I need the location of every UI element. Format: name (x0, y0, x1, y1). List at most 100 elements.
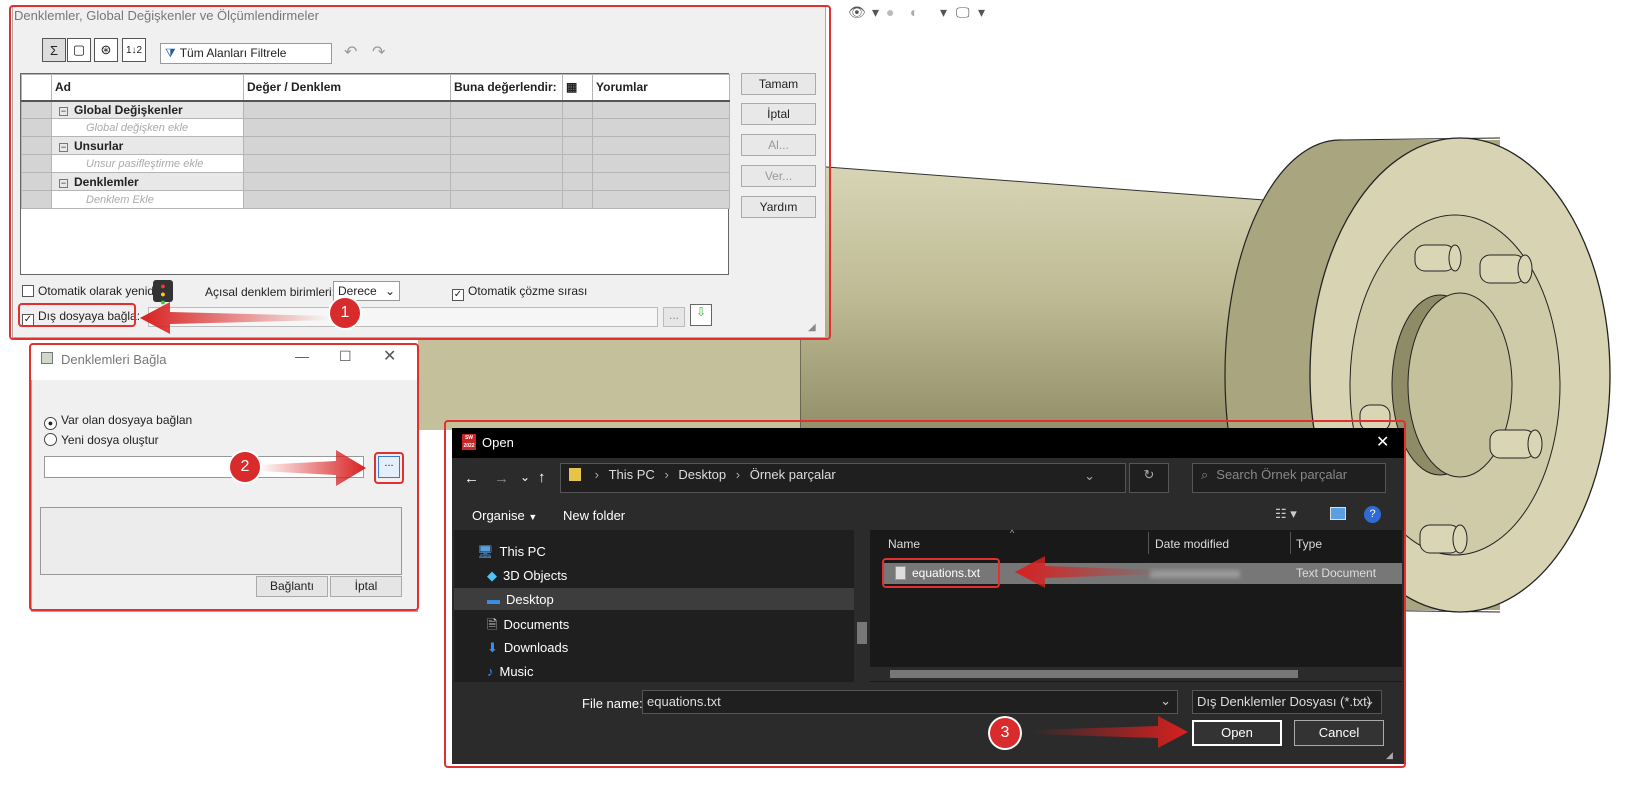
cancel-button[interactable]: İptal (741, 103, 816, 125)
dimension-view-icon[interactable]: ⊛ (94, 38, 118, 62)
row-header-corner (21, 74, 52, 102)
maximize-icon[interactable]: ☐ (339, 348, 352, 365)
open-button[interactable]: Open (1192, 720, 1282, 746)
radio-icon[interactable] (44, 433, 57, 446)
calc-icon[interactable]: ▦ (562, 74, 593, 102)
organise-menu[interactable]: Organise ▼ (472, 508, 537, 523)
breadcrumb-item[interactable]: Desktop (678, 467, 726, 482)
view-eye-icon[interactable]: 👁 (848, 4, 866, 21)
open-file-icon[interactable]: ⇩ (690, 304, 712, 326)
collapse-icon[interactable]: − (59, 106, 68, 116)
col-date[interactable]: Date modified (1155, 537, 1229, 551)
minimize-icon[interactable]: — (295, 348, 309, 364)
chevron-down-icon: ⌄ (1364, 693, 1375, 708)
preview-pane-icon[interactable] (1330, 507, 1346, 520)
scrollbar-thumb[interactable] (890, 670, 1298, 678)
help-button[interactable]: Yardım (741, 196, 816, 218)
dropdown-arrow-icon[interactable]: ▾ (978, 4, 985, 21)
sketch-equation-view-icon[interactable]: ▢ (67, 38, 91, 62)
file-type-select[interactable]: Dış Denklemler Dosyası (*.txt) ⌄ (1192, 690, 1382, 714)
nav-label: Documents (503, 617, 570, 632)
close-icon[interactable]: ✕ (1376, 432, 1389, 452)
table-row[interactable]: Global değişken ekle (21, 118, 730, 137)
nav-documents[interactable]: 🗎 Documents (487, 616, 569, 638)
address-bar[interactable]: › This PC › Desktop › Örnek parçalar ⌄ (560, 463, 1126, 493)
export-button[interactable]: Ver... (741, 165, 816, 187)
table-row[interactable]: Denklem Ekle (21, 190, 730, 209)
equation-view-icon[interactable]: Σ (42, 38, 66, 62)
nav-label: Downloads (503, 640, 569, 655)
ok-button[interactable]: Tamam (741, 73, 816, 95)
checkbox[interactable]: ✓ (452, 289, 464, 301)
chevron-down-icon[interactable]: ⌄ (1160, 693, 1171, 709)
desktop-icon: ▬ (487, 592, 500, 607)
arrow-pointer-icon (1030, 716, 1188, 748)
cancel-button[interactable]: Cancel (1294, 720, 1384, 746)
nav-this-pc[interactable]: 🖥 This PC (477, 544, 546, 560)
dropdown-arrow-icon[interactable]: ▾ (872, 4, 879, 21)
close-icon[interactable]: ✕ (383, 346, 396, 366)
checkbox[interactable] (22, 285, 34, 297)
add-suppression-placeholder[interactable]: Unsur pasifleştirme ekle (51, 154, 244, 173)
solidworks-app-icon: SW 2022 (462, 434, 476, 450)
view-options-icon[interactable]: ☷ ▾ (1275, 506, 1297, 522)
collapse-icon[interactable]: − (59, 142, 68, 152)
filter-input[interactable]: ⧩ Tüm Alanları Filtrele (160, 43, 332, 64)
display-monitor-icon[interactable]: 🖵 (956, 4, 970, 21)
scene-icon[interactable]: ◐ (910, 4, 918, 20)
nav-downloads[interactable]: ⬇ Downloads (487, 640, 568, 656)
chevron-down-icon[interactable]: ⌄ (1084, 468, 1095, 484)
nav-scrollbar[interactable] (855, 530, 869, 682)
link-button[interactable]: Bağlantı (256, 576, 328, 597)
nav-3d-objects[interactable]: ◆ 3D Objects (487, 568, 567, 584)
browse-button[interactable]: ... (663, 307, 685, 327)
col-name[interactable]: Name (888, 537, 920, 551)
nav-desktop[interactable]: ▬ Desktop (487, 592, 554, 607)
radio-new-file[interactable]: Yeni dosya oluştur (44, 433, 159, 447)
breadcrumb-item[interactable]: Örnek parçalar (750, 467, 836, 482)
ordered-view-icon[interactable]: 1↓2 (122, 38, 146, 62)
col-type[interactable]: Type (1296, 537, 1322, 551)
resize-grip-icon[interactable]: ◢ (1386, 750, 1393, 761)
dialog-title: Denklemleri Bağla (61, 352, 167, 367)
nav-music[interactable]: ♪ Music (487, 664, 533, 679)
auto-rebuild-checkbox[interactable]: Otomatik olarak yenid (22, 284, 154, 298)
import-button[interactable]: Al... (741, 134, 816, 156)
up-arrow-icon[interactable]: ↑ (538, 469, 546, 486)
browse-button[interactable]: ... (378, 456, 400, 478)
radio-icon[interactable]: ● (44, 417, 57, 430)
search-input[interactable]: ⌕ Search Örnek parçalar (1192, 463, 1386, 493)
undo-icon[interactable]: ↶ (344, 42, 357, 62)
file-name-input[interactable]: equations.txt ⌄ (642, 690, 1178, 714)
col-name: Ad (51, 74, 244, 102)
scrollbar-thumb[interactable] (857, 622, 867, 644)
angle-units-label: Açısal denklem birimleri: (205, 285, 336, 299)
new-folder-button[interactable]: New folder (563, 508, 625, 523)
appearance-icon[interactable]: ● (886, 4, 894, 20)
step-badge-1: 1 (330, 298, 360, 328)
dropdown-arrow-icon[interactable]: ▾ (940, 4, 947, 21)
redo-icon[interactable]: ↷ (372, 42, 385, 62)
add-global-placeholder[interactable]: Global değişken ekle (51, 118, 244, 137)
select-value: Dış Denklemler Dosyası (*.txt) (1197, 694, 1372, 709)
refresh-icon[interactable]: ↻ (1129, 463, 1169, 493)
highlight-box (882, 558, 1000, 588)
breadcrumb-item[interactable]: This PC (609, 467, 655, 482)
table-row[interactable]: Unsur pasifleştirme ekle (21, 154, 730, 173)
help-icon[interactable]: ? (1364, 506, 1381, 523)
file-name-label: File name: (582, 696, 643, 711)
forward-arrow-icon[interactable]: → (494, 470, 509, 487)
back-arrow-icon[interactable]: ← (464, 470, 479, 487)
recent-chevron-icon[interactable]: ⌄ (520, 470, 530, 484)
radio-existing-file[interactable]: ● Var olan dosyaya bağlan (44, 413, 192, 430)
collapse-icon[interactable]: − (59, 178, 68, 188)
traffic-light-icon[interactable]: ● ● ● (153, 280, 173, 307)
col-comments: Yorumlar (592, 74, 730, 102)
cancel-button[interactable]: İptal (330, 576, 402, 597)
folder-icon (569, 468, 581, 481)
resize-grip-icon[interactable]: ◢ (808, 322, 816, 333)
add-equation-placeholder[interactable]: Denklem Ekle (51, 190, 244, 209)
dropdown-arrow-icon: ▼ (528, 512, 538, 522)
search-icon: ⌕ (1201, 467, 1209, 482)
auto-solve-checkbox[interactable]: ✓ Otomatik çözme sırası (452, 284, 587, 301)
